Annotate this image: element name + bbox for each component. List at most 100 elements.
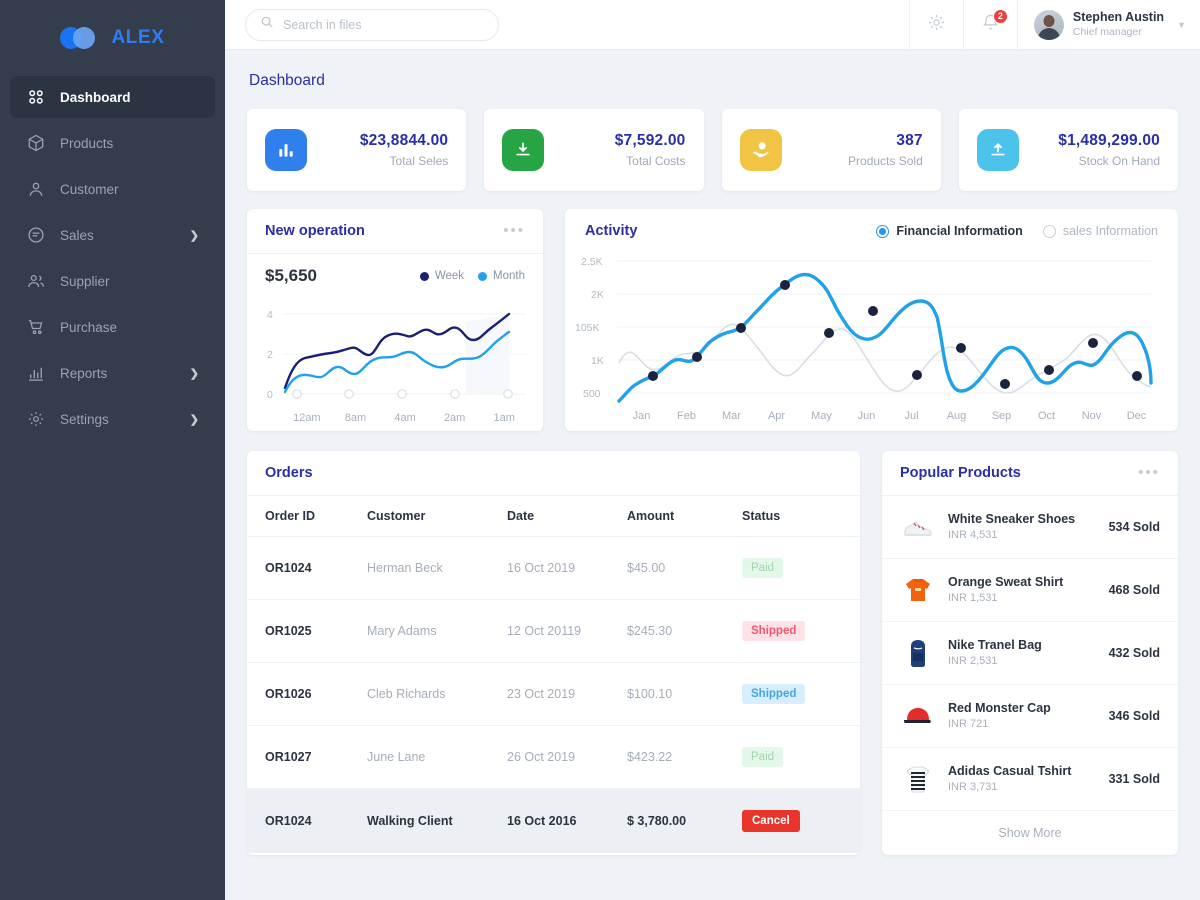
list-item[interactable]: White Sneaker Shoes INR 4,531 534 Sold bbox=[882, 496, 1178, 559]
legend-item-week[interactable]: Week bbox=[419, 270, 465, 282]
stat-label: Stock On Hand bbox=[1078, 154, 1160, 168]
table-header-row: Order ID Customer Date Amount Status bbox=[247, 496, 860, 537]
table-row[interactable]: OR1026 Cleb Richards 23 Oct 2019 $100.10… bbox=[247, 662, 860, 726]
orders-card: Orders Order ID Customer Date Amount Sta… bbox=[247, 451, 860, 855]
orders-table-head: Order ID Customer Date Amount Status bbox=[247, 496, 860, 537]
list-item[interactable]: Orange Sweat Shirt INR 1,531 468 Sold bbox=[882, 559, 1178, 622]
x-tick: Aug bbox=[946, 410, 967, 422]
download-icon bbox=[502, 129, 545, 171]
legend-label: Week bbox=[434, 270, 465, 282]
sidebar-item-label: Supplier bbox=[60, 273, 110, 289]
user-role: Chief manager bbox=[1072, 25, 1142, 38]
stat-text: $23,8844.00 Total Seles bbox=[360, 132, 448, 168]
sidebar-item-settings[interactable]: Settings ❯ bbox=[10, 398, 215, 440]
x-tick: 1am bbox=[493, 412, 515, 424]
search-box[interactable] bbox=[245, 8, 499, 41]
orders-table: Order ID Customer Date Amount Status OR1… bbox=[247, 496, 860, 853]
table-row[interactable]: OR1024 Walking Client 16 Oct 2016 $ 3,78… bbox=[247, 788, 860, 853]
x-tick: Nov bbox=[1081, 410, 1102, 422]
legend-dot bbox=[419, 271, 429, 281]
list-item[interactable]: Red Monster Cap INR 721 346 Sold bbox=[882, 685, 1178, 748]
product-sold: 432 Sold bbox=[1108, 646, 1160, 660]
notification-badge: 2 bbox=[992, 8, 1008, 24]
grid-icon bbox=[26, 87, 46, 107]
activity-plot: 2.5K 2K 105K 1K 500 bbox=[575, 256, 1153, 403]
search-input[interactable] bbox=[283, 17, 484, 32]
sidebar-item-products[interactable]: Products bbox=[10, 122, 215, 164]
svg-text:105K: 105K bbox=[575, 322, 600, 334]
stat-text: $7,592.00 Total Costs bbox=[615, 132, 686, 168]
product-price: INR 721 bbox=[948, 718, 989, 731]
radio-label: sales Information bbox=[1062, 224, 1158, 238]
cap-thumb-icon bbox=[900, 698, 936, 734]
list-item[interactable]: Nike Tranel Bag INR 2,531 432 Sold bbox=[882, 622, 1178, 685]
x-tick: 12am bbox=[293, 412, 321, 424]
cell-customer: Herman Beck bbox=[367, 536, 507, 600]
stat-card-products-sold[interactable]: 387 Products Sold bbox=[721, 109, 941, 191]
app-root: ALEX Dashboard Products Customer Sales ❯… bbox=[0, 0, 1200, 900]
new-operation-top: $5,650 Week Month bbox=[261, 266, 529, 286]
x-tick: Apr bbox=[767, 410, 786, 422]
product-price: INR 1,531 bbox=[948, 592, 998, 605]
x-tick: Mar bbox=[722, 410, 741, 422]
gear-icon bbox=[26, 409, 46, 429]
popular-products-card: Popular Products ••• White Sneaker Shoes… bbox=[882, 451, 1178, 855]
column-header-customer: Customer bbox=[367, 496, 507, 537]
sidebar-item-purchase[interactable]: Purchase bbox=[10, 306, 215, 348]
brand[interactable]: ALEX bbox=[0, 14, 225, 62]
x-tick: May bbox=[811, 410, 832, 422]
legend-item-month[interactable]: Month bbox=[478, 270, 525, 282]
sidebar-item-sales[interactable]: Sales ❯ bbox=[10, 214, 215, 256]
table-row[interactable]: OR1025 Mary Adams 12 Oct 20119 $245.30 S… bbox=[247, 599, 860, 663]
ellipsis-icon[interactable]: ••• bbox=[1138, 465, 1160, 480]
product-price: INR 3,731 bbox=[948, 781, 998, 794]
cancel-button[interactable]: Cancel bbox=[742, 810, 800, 832]
stat-card-total-sales[interactable]: $23,8844.00 Total Seles bbox=[247, 109, 467, 191]
column-header-amount: Amount bbox=[627, 496, 742, 537]
new-operation-body: $5,650 Week Month 4 2 0 12am 8am 4am 2am… bbox=[247, 254, 543, 424]
cell-order-id: OR1024 bbox=[247, 788, 367, 853]
column-header-date: Date bbox=[507, 496, 627, 537]
sidebar-item-customer[interactable]: Customer bbox=[10, 168, 215, 210]
list-item[interactable]: Adidas Casual Tshirt INR 3,731 331 Sold bbox=[882, 748, 1178, 811]
search-container bbox=[225, 8, 499, 41]
svg-text:2: 2 bbox=[267, 349, 273, 361]
topbar-actions: 2 Stephen Austin Chief manager ▼ bbox=[908, 0, 1200, 50]
sidebar-item-dashboard[interactable]: Dashboard bbox=[10, 76, 215, 118]
gear-icon bbox=[927, 13, 946, 37]
user-menu[interactable]: Stephen Austin Chief manager ▼ bbox=[1016, 0, 1200, 50]
search-icon bbox=[260, 15, 274, 34]
sidebar: ALEX Dashboard Products Customer Sales ❯… bbox=[0, 0, 225, 900]
cell-status: Paid bbox=[742, 536, 860, 600]
radio-financial-information[interactable]: Financial Information bbox=[876, 224, 1023, 238]
product-name: White Sneaker Shoes bbox=[948, 512, 1076, 527]
product-price: INR 2,531 bbox=[948, 655, 998, 668]
table-row[interactable]: OR1024 Herman Beck 16 Oct 2019 $45.00 Pa… bbox=[247, 536, 860, 600]
stat-label: Total Costs bbox=[626, 154, 686, 168]
status-badge: Paid bbox=[742, 558, 784, 578]
cell-order-id: OR1024 bbox=[247, 536, 367, 600]
radio-sales-information[interactable]: sales Information bbox=[1042, 224, 1158, 238]
x-tick: 2am bbox=[443, 412, 466, 424]
table-row[interactable]: OR1027 June Lane 26 Oct 2019 $423.22 Pai… bbox=[247, 725, 860, 789]
cell-date: 12 Oct 20119 bbox=[507, 599, 627, 663]
sidebar-item-supplier[interactable]: Supplier bbox=[10, 260, 215, 302]
activity-card: Activity Financial Information sales Inf… bbox=[565, 209, 1178, 431]
stat-text: 387 Products Sold bbox=[848, 132, 923, 168]
page-title: Dashboard bbox=[249, 72, 325, 89]
hoodie-thumb-icon bbox=[900, 572, 936, 608]
cell-customer: Mary Adams bbox=[367, 599, 507, 663]
stat-card-total-costs[interactable]: $7,592.00 Total Costs bbox=[484, 109, 704, 191]
product-sold: 468 Sold bbox=[1108, 583, 1160, 597]
stat-card-stock-on-hand[interactable]: $1,489,299.00 Stock On Hand bbox=[958, 109, 1178, 191]
ellipsis-icon[interactable]: ••• bbox=[503, 223, 525, 238]
x-tick: Feb bbox=[677, 410, 696, 422]
settings-button[interactable] bbox=[908, 0, 963, 50]
x-tick: 4am bbox=[394, 412, 416, 424]
legend-label: Month bbox=[493, 270, 525, 282]
notifications-button[interactable]: 2 bbox=[962, 0, 1017, 50]
show-more-button[interactable]: Show More bbox=[882, 811, 1178, 855]
sidebar-item-reports[interactable]: Reports ❯ bbox=[10, 352, 215, 394]
product-info: White Sneaker Shoes INR 4,531 bbox=[948, 511, 1075, 543]
cell-amount: $100.10 bbox=[627, 662, 742, 726]
